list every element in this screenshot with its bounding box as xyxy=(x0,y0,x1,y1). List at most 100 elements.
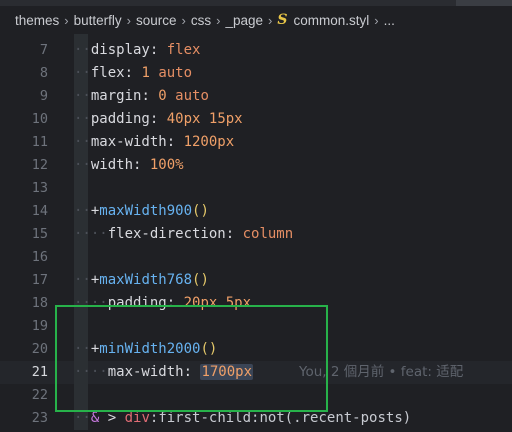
code-token: 1200px xyxy=(183,134,235,150)
code-line[interactable]: 15 ····flex-direction: column xyxy=(0,223,512,246)
code-line[interactable]: 7 ··display: flex xyxy=(0,39,512,62)
code-text[interactable]: ··+maxWidth768() xyxy=(74,269,209,292)
code-token: column xyxy=(242,226,294,242)
code-line[interactable]: 23 ··& > div:first-child:not(.recent-post… xyxy=(0,407,512,430)
breadcrumb-item-themes[interactable]: themes xyxy=(15,13,59,28)
code-text[interactable]: ··padding: 40px 15px xyxy=(74,108,243,131)
code-token: 20px xyxy=(183,295,218,311)
code-line[interactable]: 17 ··+maxWidth768() xyxy=(0,269,512,292)
breadcrumb-item-source[interactable]: source xyxy=(136,13,177,28)
code-token: : xyxy=(149,42,167,58)
breadcrumb-item-butterfly[interactable]: butterfly xyxy=(74,13,122,28)
stylus-file-icon: S xyxy=(277,12,288,28)
line-number: 14 xyxy=(31,203,48,219)
code-text[interactable]: ··width: 100% xyxy=(74,154,184,177)
line-number: 18 xyxy=(31,295,48,311)
code-token: : xyxy=(141,88,159,104)
whitespace-marker: ·· xyxy=(74,42,91,58)
code-token: padding xyxy=(107,295,167,311)
code-token: : xyxy=(183,364,201,380)
whitespace-marker: ·· xyxy=(74,410,91,426)
code-editor[interactable]: themes › butterfly › source › css › _pag… xyxy=(0,0,512,432)
code-line[interactable]: 10 ··padding: 40px 15px xyxy=(0,108,512,131)
code-token: max-width xyxy=(107,364,184,380)
whitespace-marker: ·· xyxy=(74,203,91,219)
line-number: 21 xyxy=(31,364,48,380)
git-blame-annotation[interactable]: You, 2 個月前 • feat: 适配 xyxy=(299,361,463,384)
code-text[interactable]: ··+minWidth2000() xyxy=(74,338,217,361)
code-token: () xyxy=(192,272,209,288)
code-line[interactable]: 13 xyxy=(0,177,512,200)
code-text[interactable]: ··flex: 1 auto xyxy=(74,62,192,85)
line-number: 7 xyxy=(39,42,48,58)
code-token: maxWidth768 xyxy=(99,272,193,288)
code-token: auto xyxy=(158,65,193,81)
code-line[interactable]: 20 ··+minWidth2000() xyxy=(0,338,512,361)
code-token: : xyxy=(124,65,142,81)
indent-guide xyxy=(74,246,88,269)
line-number: 16 xyxy=(31,249,48,265)
code-line[interactable]: 22 xyxy=(0,384,512,407)
code-token: 100% xyxy=(149,157,184,173)
indent-guide xyxy=(74,384,88,407)
indent-guide xyxy=(74,177,88,200)
whitespace-marker: ·· xyxy=(74,134,91,150)
line-number: 19 xyxy=(31,318,48,334)
chevron-right-icon: › xyxy=(64,12,69,28)
code-token: margin xyxy=(90,88,142,104)
code-line[interactable]: 19 xyxy=(0,315,512,338)
code-token: flex xyxy=(166,42,201,58)
indent-guide xyxy=(74,315,88,338)
breadcrumb-item-page[interactable]: _page xyxy=(225,13,263,28)
whitespace-marker: ·· xyxy=(74,272,91,288)
code-token: 5px xyxy=(225,295,252,311)
code-line[interactable]: 14 ··+maxWidth900() xyxy=(0,200,512,223)
code-token: 0 xyxy=(158,88,167,104)
code-line[interactable]: 8 ··flex: 1 auto xyxy=(0,62,512,85)
code-line[interactable]: 16 xyxy=(0,246,512,269)
code-token: () xyxy=(200,341,218,357)
line-number: 13 xyxy=(31,180,48,196)
code-text[interactable]: ····flex-direction: column xyxy=(74,223,293,246)
code-text[interactable]: ··max-width: 1200px xyxy=(74,131,234,154)
line-number: 22 xyxy=(31,387,48,403)
line-number: 17 xyxy=(31,272,48,288)
code-token: > xyxy=(99,410,125,426)
code-line[interactable]: 21 ····max-width: 1700px You, 2 個月前 • feat… xyxy=(0,361,512,384)
line-number: 15 xyxy=(31,226,48,242)
line-number: 11 xyxy=(31,134,48,150)
chevron-right-icon: › xyxy=(268,12,273,28)
breadcrumb-item-symbols[interactable]: ... xyxy=(384,13,395,28)
code-text[interactable]: ····max-width: 1700px xyxy=(74,361,254,384)
whitespace-marker: ·· xyxy=(74,111,91,127)
whitespace-marker: ···· xyxy=(74,295,108,311)
code-line[interactable]: 12 ··width: 100% xyxy=(0,154,512,177)
chevron-right-icon: › xyxy=(216,12,221,28)
line-number: 20 xyxy=(31,341,48,357)
code-line[interactable]: 11 ··max-width: 1200px xyxy=(0,131,512,154)
code-token: width xyxy=(90,157,134,173)
code-token: flex xyxy=(90,65,125,81)
code-text[interactable]: ··display: flex xyxy=(74,39,200,62)
code-area[interactable]: 7 ··display: flex 8 ··flex: 1 auto 9 ··margin… xyxy=(0,39,512,432)
code-text[interactable]: ····padding: 20px 5px xyxy=(74,292,251,315)
code-line[interactable]: 18 ····padding: 20px 5px xyxy=(0,292,512,315)
code-token: minWidth2000 xyxy=(99,341,201,357)
code-token: 1 xyxy=(141,65,150,81)
code-text[interactable]: ··margin: 0 auto xyxy=(74,85,209,108)
code-text[interactable]: ··+maxWidth900() xyxy=(74,200,209,223)
chevron-right-icon: › xyxy=(126,12,131,28)
line-number: 23 xyxy=(31,410,48,426)
code-token: flex-direction xyxy=(107,226,226,242)
breadcrumb-item-file[interactable]: common.styl xyxy=(293,13,369,28)
breadcrumb-item-css[interactable]: css xyxy=(191,13,211,28)
code-text[interactable]: ··& > div:first-child:not(.recent-posts) xyxy=(74,407,411,430)
code-line[interactable]: 9 ··margin: 0 auto xyxy=(0,85,512,108)
breadcrumb: themes › butterfly › source › css › _pag… xyxy=(0,6,512,34)
selected-value: 1700px xyxy=(200,364,254,380)
code-token: maxWidth900 xyxy=(99,203,193,219)
line-number: 8 xyxy=(39,65,48,81)
code-token: () xyxy=(192,203,209,219)
